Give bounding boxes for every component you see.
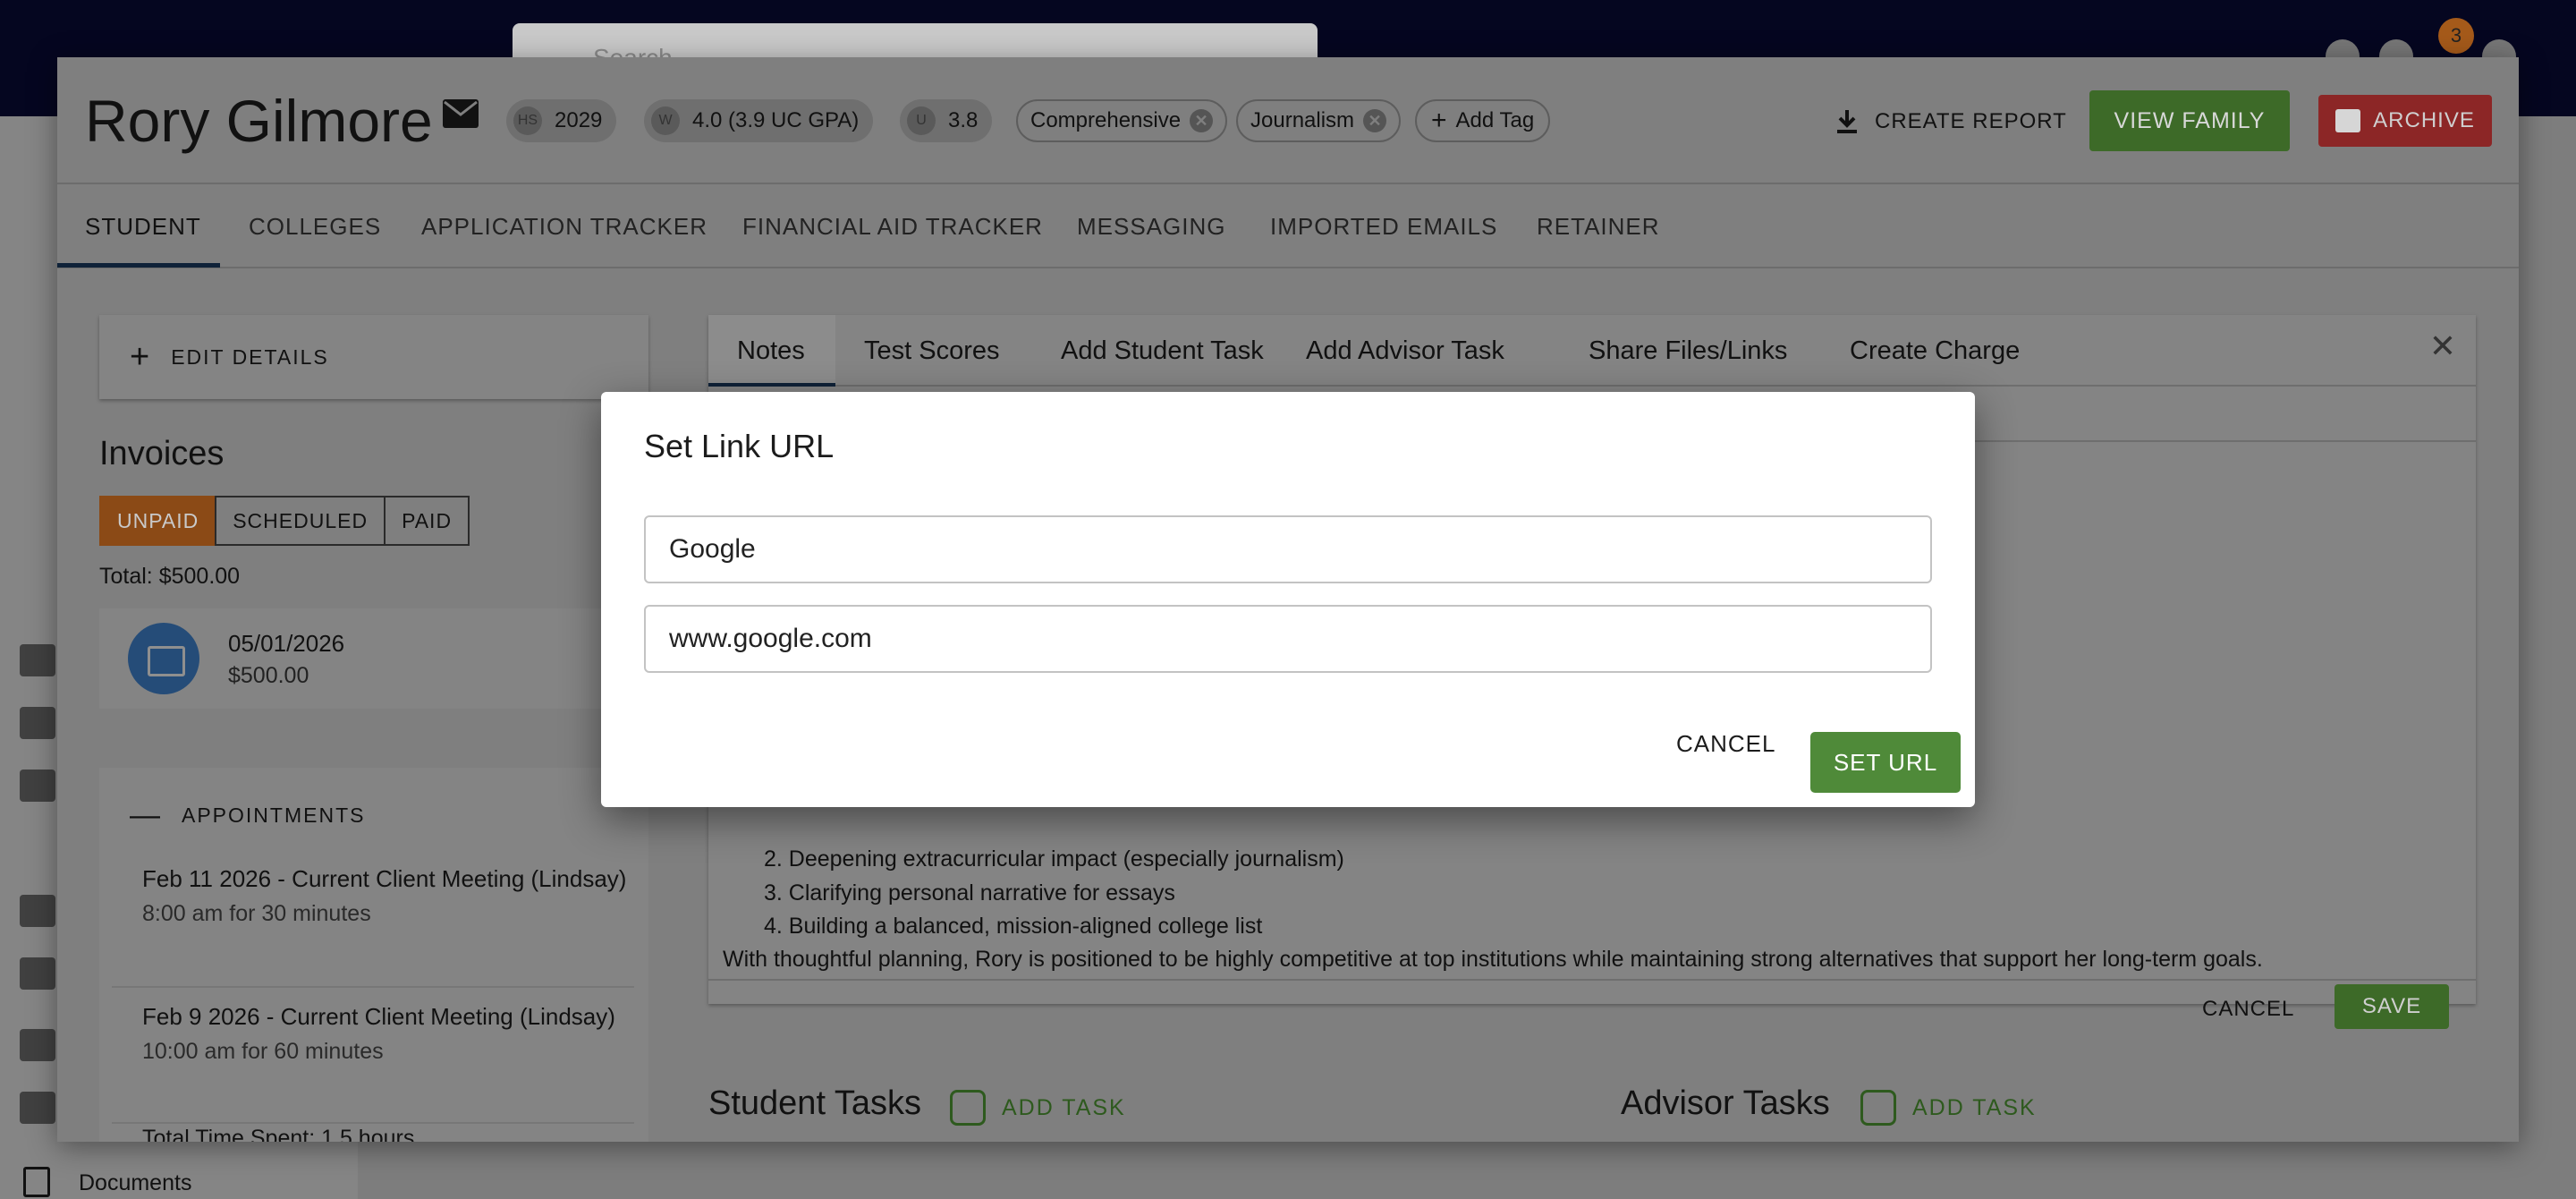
link-text-input[interactable] — [644, 515, 1932, 583]
dialog-title: Set Link URL — [644, 428, 835, 464]
set-link-url-dialog: Set Link URL CANCEL SET URL — [601, 392, 1975, 807]
cancel-button[interactable]: CANCEL — [1676, 730, 1775, 758]
link-url-input[interactable] — [644, 605, 1932, 673]
set-url-button[interactable]: SET URL — [1810, 732, 1961, 793]
